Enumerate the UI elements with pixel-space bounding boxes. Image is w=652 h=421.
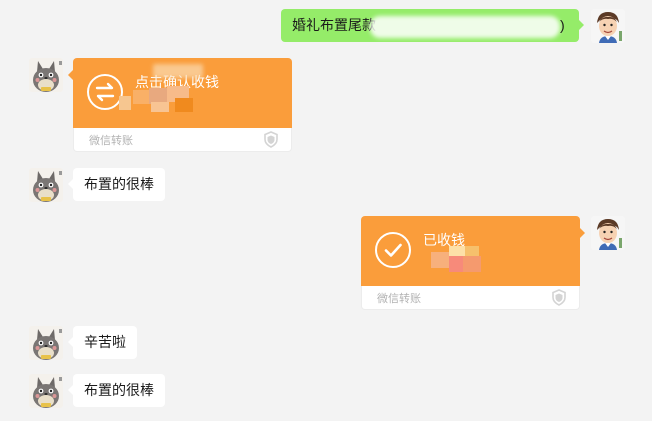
redacted-amount	[431, 246, 491, 274]
gray-totoro-avatar-icon	[29, 58, 63, 92]
transfer-footer-label: 微信转账	[377, 293, 421, 305]
gray-totoro-avatar-icon	[29, 374, 63, 408]
transfer-footer-label: 微信转账	[89, 135, 133, 147]
text-message-bubble[interactable]: 辛苦啦	[68, 326, 137, 359]
message-text: 布置的很棒	[84, 176, 154, 192]
cartoon-man-avatar-icon	[591, 9, 625, 43]
text-message-bubble[interactable]: 布置的很棒	[68, 374, 165, 407]
redacted-amount	[119, 84, 199, 114]
transfer-card-received[interactable]: 已收钱 微信转账	[361, 216, 585, 310]
message-text: 婚礼布置尾款	[292, 17, 376, 33]
text-message-bubble[interactable]: 布置的很棒	[68, 168, 165, 201]
transfer-card-pending[interactable]: 点击确认收钱 微信转账	[68, 58, 292, 152]
message-text: 布置的很棒	[84, 382, 154, 398]
contact-avatar[interactable]	[29, 168, 63, 202]
shield-icon	[264, 131, 278, 148]
shield-icon	[552, 289, 566, 306]
cartoon-man-avatar-icon	[591, 216, 625, 250]
contact-avatar[interactable]	[29, 58, 63, 92]
contact-avatar[interactable]	[29, 374, 63, 408]
two-way-arrows-icon	[87, 74, 123, 110]
self-avatar[interactable]	[591, 9, 625, 43]
checkmark-icon	[375, 232, 411, 268]
contact-avatar[interactable]	[29, 326, 63, 360]
blurred-redaction	[370, 16, 560, 38]
message-closing-paren: )	[560, 17, 565, 33]
message-text: 辛苦啦	[84, 334, 126, 350]
self-avatar[interactable]	[591, 216, 625, 250]
gray-totoro-avatar-icon	[29, 326, 63, 360]
gray-totoro-avatar-icon	[29, 168, 63, 202]
blurred-redaction	[153, 64, 203, 78]
